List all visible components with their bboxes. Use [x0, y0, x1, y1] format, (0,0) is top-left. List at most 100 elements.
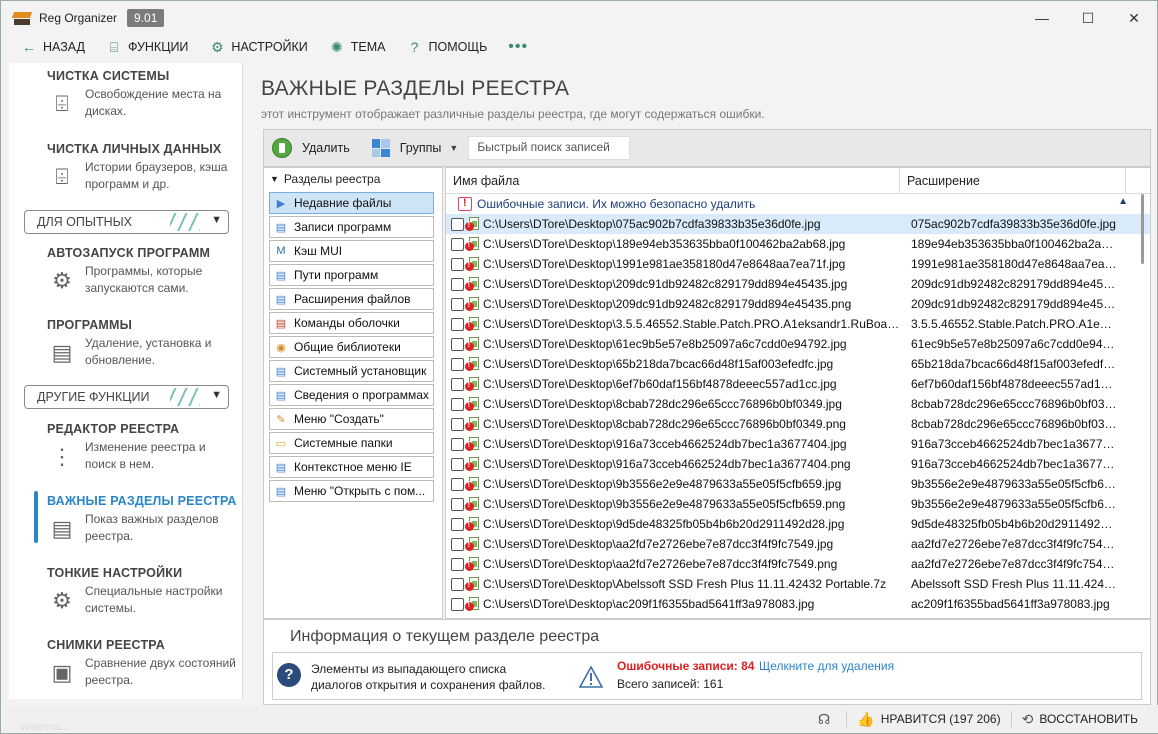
sidebar-item-title: АВТОЗАПУСК ПРОГРАММ [47, 246, 211, 260]
row-checkbox[interactable] [451, 477, 464, 491]
menu-back[interactable]: ← НАЗАД [21, 39, 85, 55]
menu-help-label: ПОМОЩЬ [428, 40, 488, 54]
sidebar-item-snapshots[interactable]: СНИМКИ РЕЕСТРА ▣ Сравнение двух состояни… [47, 638, 237, 689]
cell-extension: 189e94eb353635bba0f100462ba2ab68.jpg [911, 237, 1117, 251]
table-row[interactable]: C:\Users\DTore\Desktop\9b3556e2e9e487963… [446, 494, 1150, 514]
table-row[interactable]: C:\Users\DTore\Desktop\189e94eb353635bba… [446, 234, 1150, 254]
row-checkbox[interactable] [451, 577, 464, 591]
table-row[interactable]: C:\Users\DTore\Desktop\916a73cceb4662524… [446, 454, 1150, 474]
snapshot-icon: ▣ [51, 660, 73, 685]
column-header-extension[interactable]: Расширение [900, 168, 1126, 194]
section-item[interactable]: ▤ Контекстное меню IE [269, 456, 434, 478]
sidebar-item-system-cleanup[interactable]: ЧИСТКА СИСТЕМЫ ⌹ Освобождение места на д… [47, 69, 237, 120]
table-row[interactable]: C:\Users\DTore\Desktop\9b3556e2e9e487963… [446, 474, 1150, 494]
row-checkbox[interactable] [451, 337, 464, 351]
close-button[interactable]: ✕ [1111, 1, 1157, 35]
section-item[interactable]: ▶ Недавние файлы [269, 192, 434, 214]
row-checkbox[interactable] [451, 397, 464, 411]
table-row[interactable]: C:\Users\DTore\Desktop\075ac902b7cdfa398… [446, 214, 1150, 234]
section-label: Кэш MUI [294, 244, 343, 258]
groups-button[interactable]: Группы ▼ [364, 133, 467, 163]
table-row[interactable]: C:\Users\DTore\Desktop\6ef7b60daf156bf48… [446, 374, 1150, 394]
row-checkbox[interactable] [451, 417, 464, 431]
table-row[interactable]: C:\Users\DTore\Desktop\1991e981ae358180d… [446, 254, 1150, 274]
cell-extension: 209dc91db92482c829179dd894e45435.png [911, 297, 1117, 311]
quick-search-input[interactable]: Быстрый поиск записей [468, 136, 631, 160]
table-row[interactable]: C:\Users\DTore\Desktop\Abelssoft SSD Fre… [446, 574, 1150, 594]
row-checkbox[interactable] [451, 257, 464, 271]
row-checkbox[interactable] [451, 437, 464, 451]
sidebar-item-tweaks[interactable]: ТОНКИЕ НАСТРОЙКИ ⚙ Специальные настройки… [47, 566, 237, 617]
section-item[interactable]: ✎ Меню "Создать" [269, 408, 434, 430]
sidebar-item-programs[interactable]: ПРОГРАММЫ ▤ Удаление, установка и обновл… [47, 318, 237, 369]
maximize-button[interactable]: ☐ [1065, 1, 1111, 35]
table-row[interactable]: C:\Users\DTore\Desktop\aa2fd7e2726ebe7e8… [446, 534, 1150, 554]
menu-help[interactable]: ? ПОМОЩЬ [407, 39, 488, 55]
row-checkbox[interactable] [451, 277, 464, 291]
sections-header[interactable]: ▼ Разделы реестра [264, 168, 442, 190]
file-error-icon [465, 477, 480, 491]
row-checkbox[interactable] [451, 517, 464, 531]
sidebar-item-privacy-cleanup[interactable]: ЧИСТКА ЛИЧНЫХ ДАННЫХ ⌹ Истории браузеров… [47, 142, 237, 193]
row-checkbox[interactable] [451, 377, 464, 391]
lightbulb-icon: ✺ [330, 38, 343, 55]
restore-button[interactable]: ВОССТАНОВИТЬ [1039, 712, 1138, 726]
vertical-scrollbar[interactable] [1138, 168, 1148, 618]
section-item[interactable]: ▤ Меню "Открыть с пом... [269, 480, 434, 502]
row-checkbox[interactable] [451, 537, 464, 551]
like-button[interactable]: НРАВИТСЯ (197 206) [881, 712, 1001, 726]
section-item[interactable]: ▤ Системный установщик [269, 360, 434, 382]
file-error-icon [465, 337, 480, 351]
row-checkbox[interactable] [451, 457, 464, 471]
menu-theme[interactable]: ✺ ТЕМА [329, 39, 386, 56]
sidebar-item-registry-editor[interactable]: РЕДАКТОР РЕЕСТРА ⋮ Изменение реестра и п… [47, 422, 237, 473]
table-row[interactable]: C:\Users\DTore\Desktop\3.5.5.46552.Stabl… [446, 314, 1150, 334]
status-separator [846, 711, 848, 727]
headset-icon[interactable]: ☊ [818, 711, 830, 728]
delete-button[interactable]: Удалить [264, 133, 358, 163]
section-item[interactable]: ▤ Расширения файлов [269, 288, 434, 310]
section-item[interactable]: ▤ Сведения о программах [269, 384, 434, 406]
group-row-errors[interactable]: Ошибочные записи. Их можно безопасно уда… [446, 194, 1150, 214]
column-header-filename[interactable]: Имя файла [446, 168, 900, 194]
table-row[interactable]: C:\Users\DTore\Desktop\65b218da7bcac66d4… [446, 354, 1150, 374]
menu-functions[interactable]: ⌸ ФУНКЦИИ [106, 39, 189, 56]
section-item[interactable]: ▭ Системные папки [269, 432, 434, 454]
table-row[interactable]: C:\Users\DTore\Desktop\8cbab728dc296e65c… [446, 414, 1150, 434]
row-checkbox[interactable] [451, 297, 464, 311]
row-checkbox[interactable] [451, 317, 464, 331]
table-row[interactable]: C:\Users\DTore\Desktop\61ec9b5e57e8b2509… [446, 334, 1150, 354]
row-checkbox[interactable] [451, 597, 464, 611]
menu-settings[interactable]: ⚙ НАСТРОЙКИ [209, 39, 308, 56]
section-item[interactable]: M Кэш MUI [269, 240, 434, 262]
section-label: Записи программ [294, 220, 392, 234]
row-checkbox[interactable] [451, 217, 464, 231]
more-options-icon[interactable]: ••• [508, 38, 528, 56]
group-advanced[interactable]: ДЛЯ ОПЫТНЫХ ▼ [24, 210, 229, 234]
row-checkbox[interactable] [451, 557, 464, 571]
group-other-functions[interactable]: ДРУГИЕ ФУНКЦИИ ▼ [24, 385, 229, 409]
table-row[interactable]: C:\Users\DTore\Desktop\209dc91db92482c82… [446, 274, 1150, 294]
table-row[interactable]: C:\Users\DTore\Desktop\916a73cceb4662524… [446, 434, 1150, 454]
table-row[interactable]: C:\Users\DTore\Desktop\ac209f1f6355bad56… [446, 594, 1150, 614]
section-item[interactable]: ▤ Записи программ [269, 216, 434, 238]
row-checkbox[interactable] [451, 237, 464, 251]
section-item[interactable]: ▤ Команды оболочки [269, 312, 434, 334]
row-checkbox[interactable] [451, 357, 464, 371]
sidebar-item-important-sections[interactable]: ВАЖНЫЕ РАЗДЕЛЫ РЕЕСТРА ▤ Показ важных ра… [47, 494, 237, 545]
table-row[interactable]: C:\Users\DTore\Desktop\209dc91db92482c82… [446, 294, 1150, 314]
cell-filename: C:\Users\DTore\Desktop\aa2fd7e2726ebe7e8… [483, 557, 838, 571]
collapse-up-icon[interactable]: ▲ [1118, 196, 1128, 207]
section-item[interactable]: ▤ Пути программ [269, 264, 434, 286]
section-item[interactable]: ◉ Общие библиотеки [269, 336, 434, 358]
sidebar-item-autorun[interactable]: АВТОЗАПУСК ПРОГРАММ ⚙ Программы, которые… [47, 246, 237, 297]
sections-header-label: Разделы реестра [283, 172, 381, 186]
click-to-delete-link[interactable]: Щелкните для удаления [759, 659, 894, 673]
cell-filename: C:\Users\DTore\Desktop\9b3556e2e9e487963… [483, 497, 846, 511]
file-error-icon [465, 597, 480, 611]
row-checkbox[interactable] [451, 497, 464, 511]
table-row[interactable]: C:\Users\DTore\Desktop\9d5de48325fb05b4b… [446, 514, 1150, 534]
table-row[interactable]: C:\Users\DTore\Desktop\8cbab728dc296e65c… [446, 394, 1150, 414]
table-row[interactable]: C:\Users\DTore\Desktop\aa2fd7e2726ebe7e8… [446, 554, 1150, 574]
minimize-button[interactable]: — [1019, 1, 1065, 35]
